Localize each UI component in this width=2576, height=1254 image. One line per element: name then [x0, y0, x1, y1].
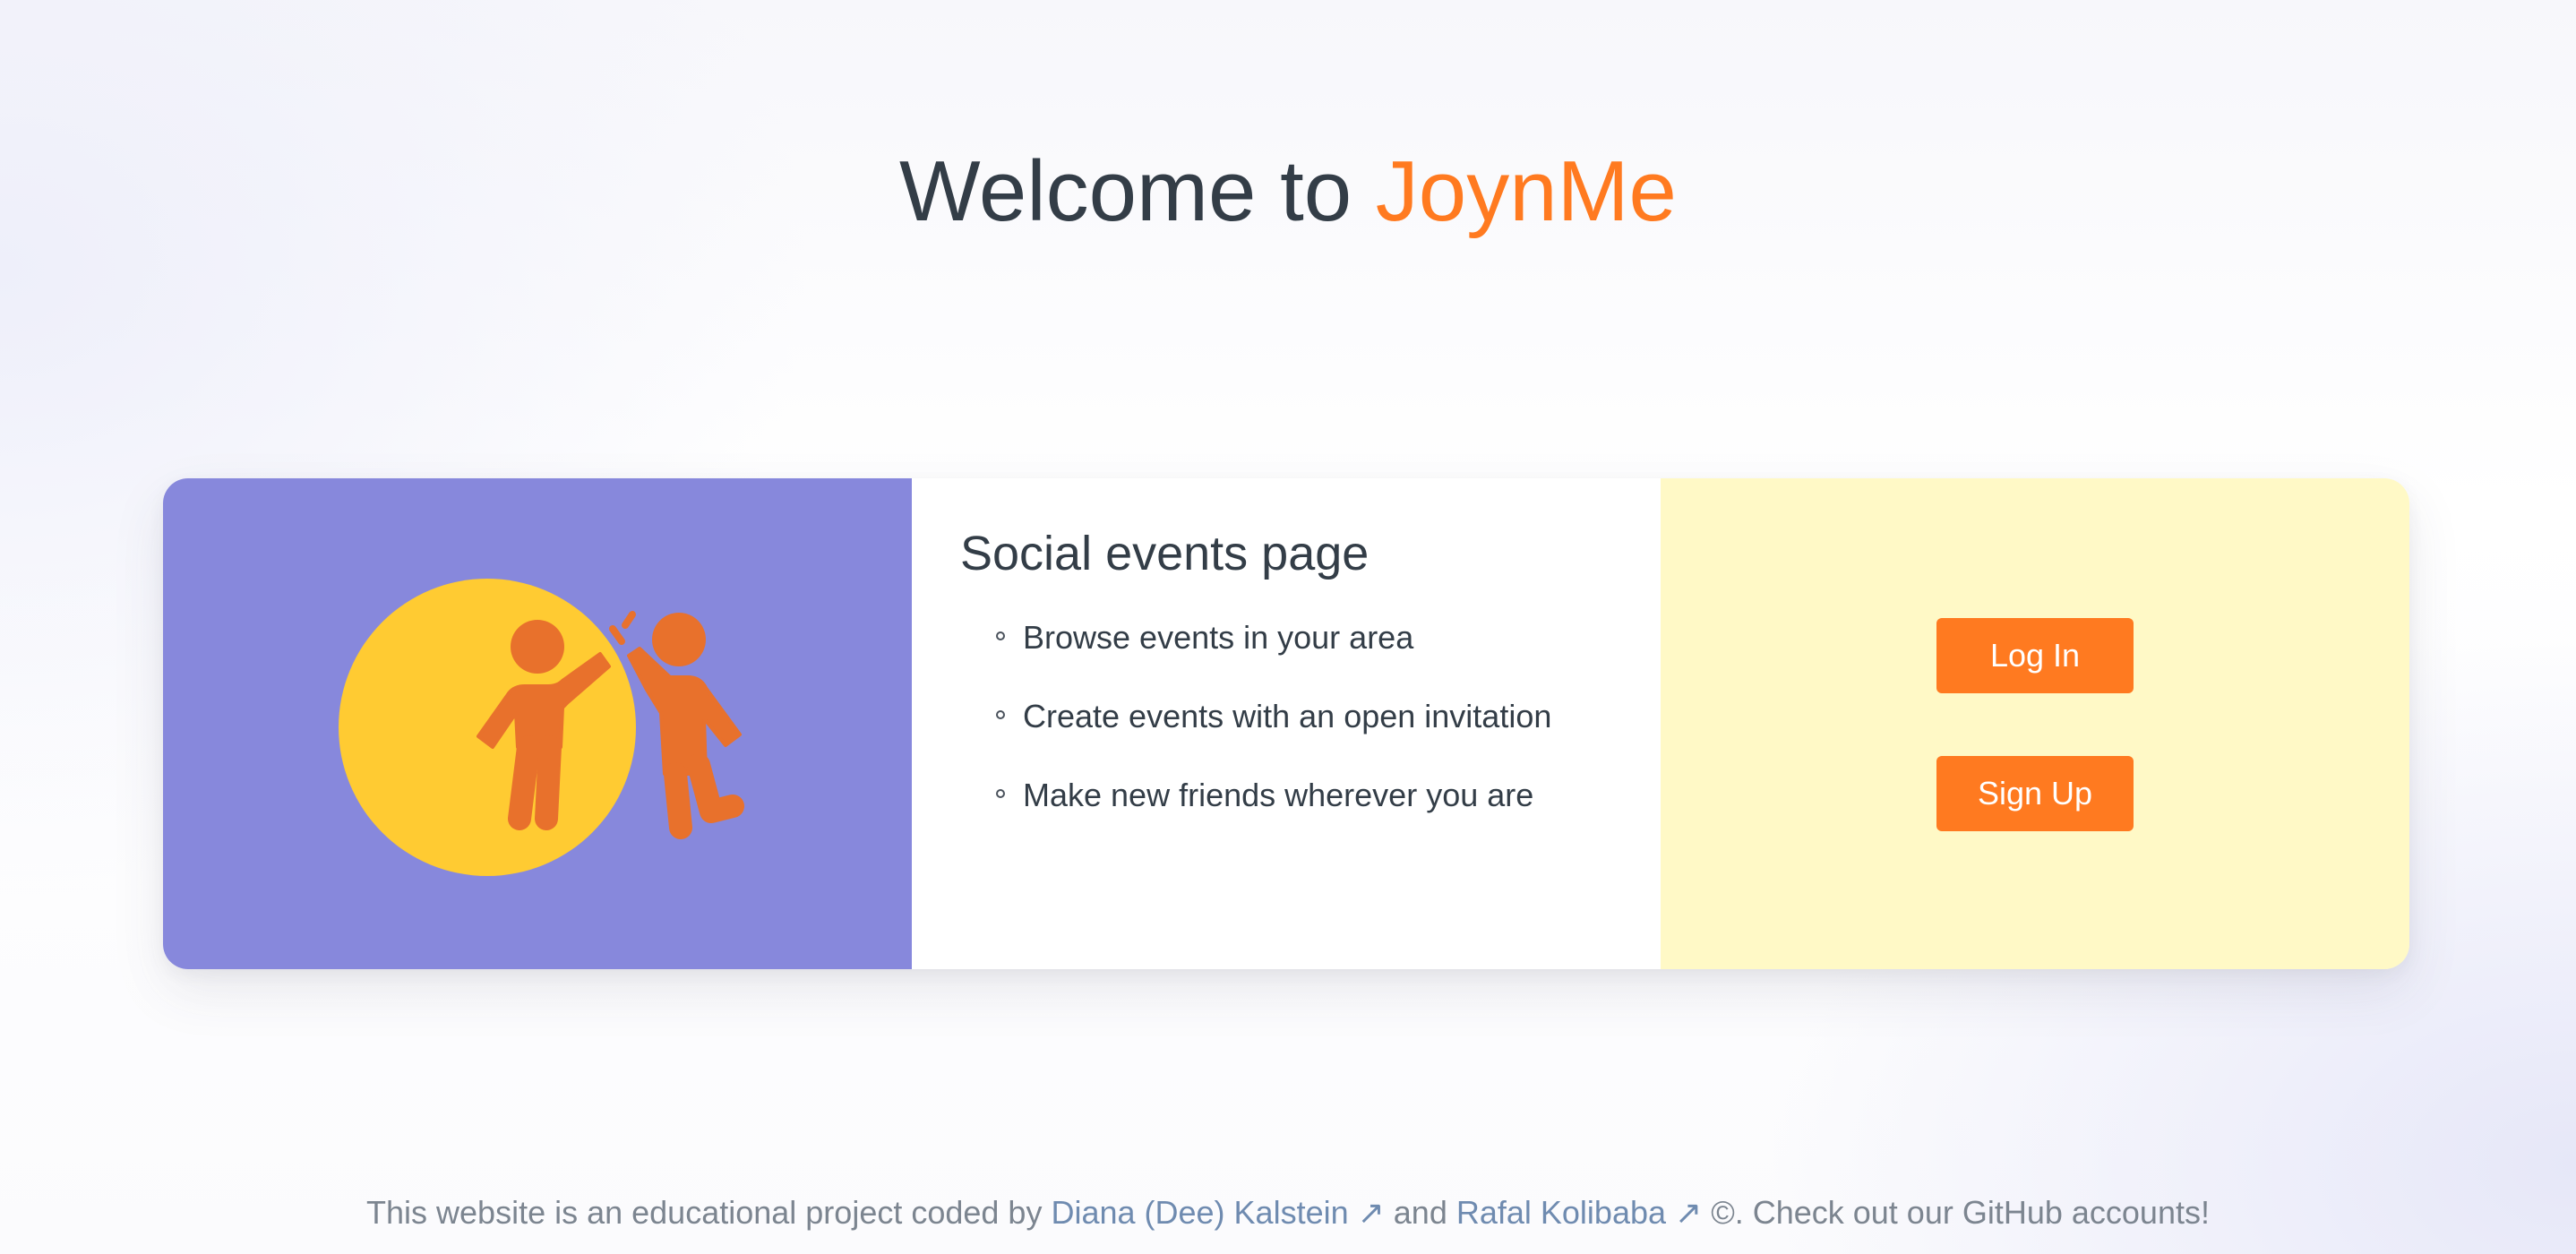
footer-text-after: ©. Check out our GitHub accounts! — [1702, 1194, 2210, 1231]
bullet-icon — [996, 631, 1005, 640]
footer-text-before: This website is an educational project c… — [366, 1194, 1052, 1231]
info-panel: Social events page Browse events in your… — [912, 478, 1661, 969]
right-figure-leg-right — [687, 753, 744, 823]
left-figure-head — [511, 620, 564, 674]
right-figure-body — [627, 647, 742, 776]
signup-button[interactable]: Sign Up — [1936, 756, 2134, 831]
list-item: Browse events in your area — [960, 618, 1661, 657]
feature-text: Browse events in your area — [1023, 619, 1414, 656]
left-figure-leg-left — [508, 735, 540, 830]
list-item: Create events with an open invitation — [960, 697, 1661, 736]
footer: This website is an educational project c… — [0, 1191, 2576, 1234]
author-link-rafal[interactable]: Rafal Kolibaba ↗ — [1456, 1194, 1702, 1231]
actions-panel: Log In Sign Up — [1661, 478, 2409, 969]
author-link-diana[interactable]: Diana (Dee) Kalstein ↗ — [1051, 1194, 1384, 1231]
high-five-people-icon — [339, 579, 744, 876]
welcome-card: Social events page Browse events in your… — [163, 478, 2409, 969]
motion-line-2 — [622, 611, 636, 629]
page-title: Welcome to JoynMe — [0, 133, 2576, 251]
right-figure-leg-left — [664, 762, 692, 839]
footer-text-between: and — [1384, 1194, 1456, 1231]
feature-list: Browse events in your area Create events… — [960, 618, 1661, 815]
feature-text: Create events with an open invitation — [1023, 698, 1552, 734]
login-button[interactable]: Log In — [1936, 618, 2134, 693]
left-figure-leg-right — [535, 735, 562, 830]
bullet-icon — [996, 710, 1005, 719]
feature-text: Make new friends wherever you are — [1023, 777, 1534, 813]
bullet-icon — [996, 789, 1005, 798]
motion-line-1 — [609, 625, 625, 645]
info-title: Social events page — [960, 527, 1370, 580]
right-figure-head — [652, 613, 706, 666]
illustration-panel — [163, 478, 912, 969]
page-title-prefix: Welcome to — [899, 143, 1376, 239]
list-item: Make new friends wherever you are — [960, 776, 1661, 815]
brand-name: JoynMe — [1375, 143, 1677, 239]
